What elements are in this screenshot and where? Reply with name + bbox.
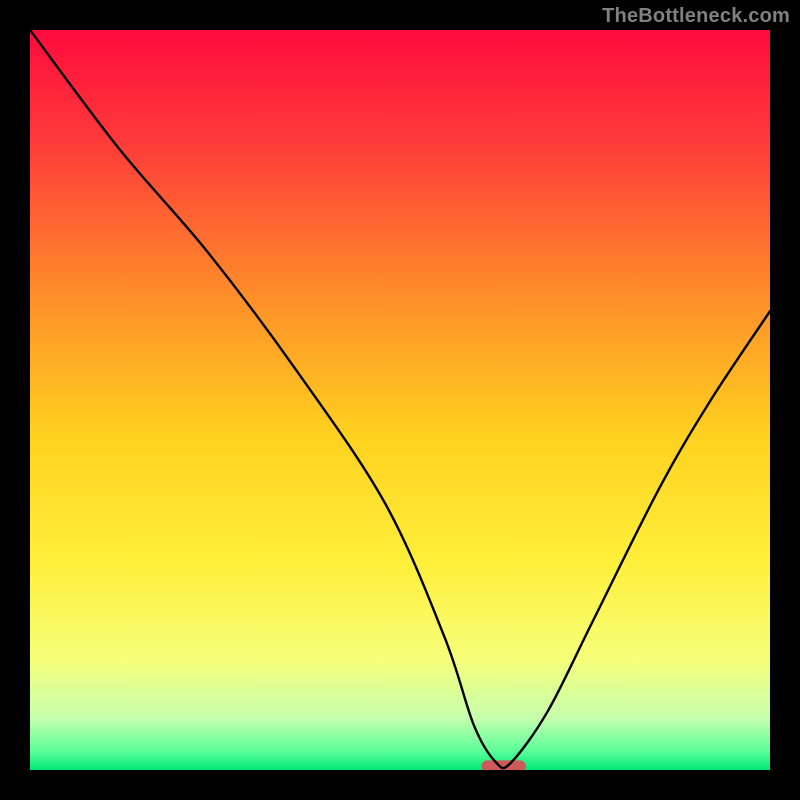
- chart-frame: TheBottleneck.com: [0, 0, 800, 800]
- chart-svg: [30, 30, 770, 770]
- plot-area: [30, 30, 770, 770]
- gradient-background: [30, 30, 770, 770]
- watermark-text: TheBottleneck.com: [602, 5, 790, 28]
